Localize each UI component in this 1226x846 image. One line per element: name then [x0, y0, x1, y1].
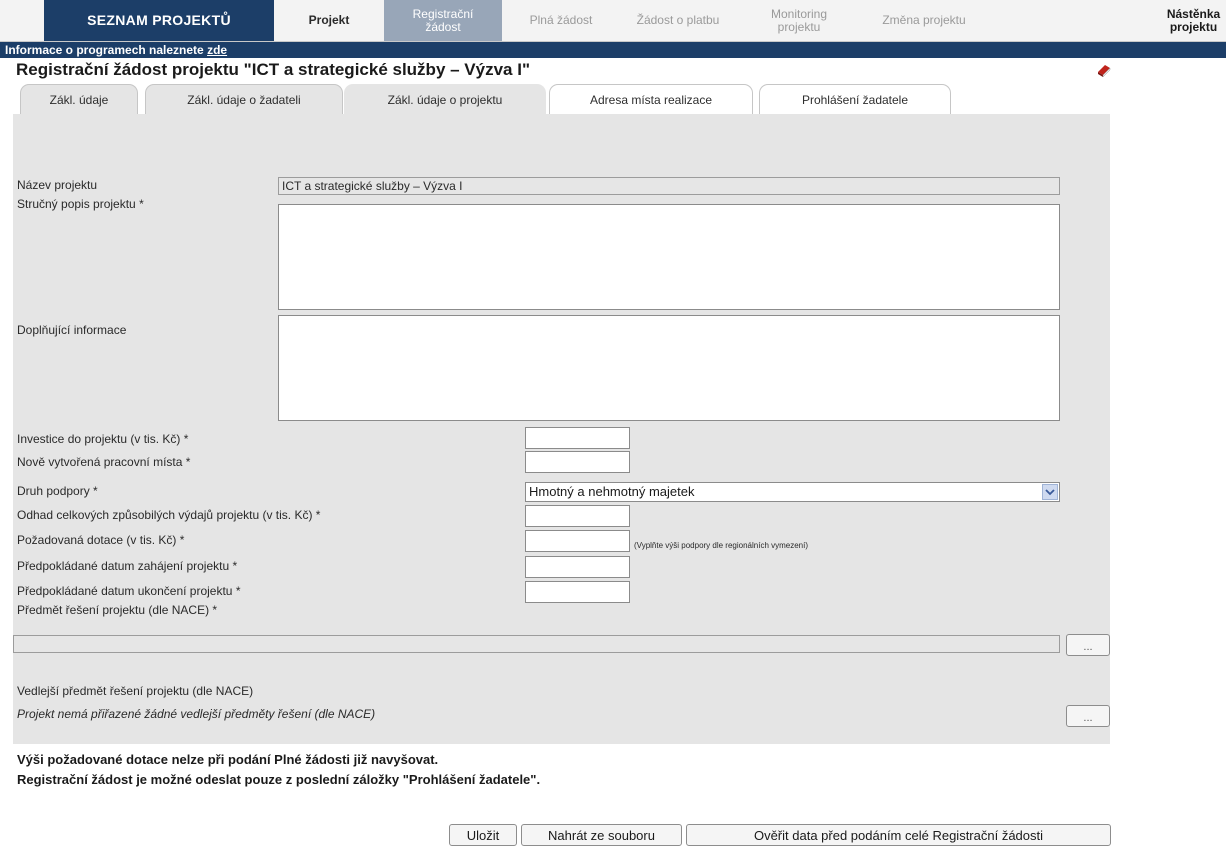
info-bar: Informace o programech naleznete zde	[0, 42, 1226, 58]
tab-applicant-declaration[interactable]: Prohlášení žadatele	[759, 84, 951, 114]
info-text: Informace o programech naleznete	[5, 43, 208, 57]
new-jobs-field[interactable]	[525, 451, 630, 473]
secondary-nace-label: Vedlejší předmět řešení projektu (dle NA…	[17, 684, 254, 698]
help-book-icon[interactable]	[1096, 63, 1112, 79]
tab-project-info[interactable]: Zákl. údaje o projektu	[344, 84, 546, 114]
nav-tab-full-application[interactable]: Plná žádost	[502, 0, 620, 41]
nav-tab-label: Plná žádost	[529, 13, 593, 27]
nace-subject-select-button[interactable]: ...	[1066, 634, 1110, 656]
investment-label: Investice do projektu (v tis. Kč) *	[17, 432, 189, 446]
tab-label: Zákl. údaje o žadateli	[187, 92, 301, 107]
nav-tab-project-change[interactable]: Změna projektu	[862, 0, 986, 41]
nav-tab-project[interactable]: Projekt	[274, 0, 384, 41]
nav-tab-label: SEZNAM PROJEKTŮ	[87, 12, 231, 28]
end-date-label: Předpokládané datum ukončení projektu *	[17, 584, 241, 598]
tab-label: Adresa místa realizace	[589, 92, 713, 107]
tab-applicant-info[interactable]: Zákl. údaje o žadateli	[145, 84, 343, 114]
nav-tab-label: Projekt	[308, 13, 350, 27]
start-date-field[interactable]	[525, 556, 630, 578]
short-description-label: Stručný popis projektu *	[17, 197, 144, 211]
support-type-select[interactable]: Hmotný a nehmotný majetek	[525, 482, 1060, 502]
tab-basic-info[interactable]: Zákl. údaje	[20, 84, 138, 114]
additional-info-label: Doplňující informace	[17, 323, 127, 337]
additional-info-field[interactable]	[278, 315, 1060, 421]
estimate-costs-field[interactable]	[525, 505, 630, 527]
secondary-nace-select-button[interactable]: ...	[1066, 705, 1110, 727]
nav-tab-label: Nástěnka projektu	[1166, 6, 1221, 34]
top-navigation: SEZNAM PROJEKTŮ Projekt Registrační žádo…	[0, 0, 1226, 42]
short-description-field[interactable]	[278, 204, 1060, 310]
nace-subject-label: Předmět řešení projektu (dle NACE) *	[17, 603, 218, 617]
info-link[interactable]: zde	[207, 43, 227, 57]
support-type-label: Druh podpory *	[17, 484, 98, 498]
requested-subsidy-field[interactable]	[525, 530, 630, 552]
nace-subject-field[interactable]	[13, 635, 1060, 653]
estimate-costs-label: Odhad celkových způsobilých výdajů proje…	[17, 508, 321, 522]
chevron-down-icon[interactable]	[1042, 484, 1058, 500]
tab-label: Zákl. údaje o projektu	[387, 92, 503, 107]
chevron-down-icon	[1045, 489, 1055, 496]
nav-tab-board[interactable]: Nástěnka projektu	[1156, 0, 1226, 41]
nav-tab-monitoring[interactable]: Monitoring projektu	[736, 0, 862, 41]
note-submit-location: Registrační žádost je možné odeslat pouz…	[17, 772, 541, 787]
page-title: Registrační žádost projektu "ICT a strat…	[16, 60, 531, 79]
nav-tab-label: Změna projektu	[882, 13, 966, 27]
nav-tab-label: Registrační žádost	[412, 6, 474, 34]
nav-tab-project-list[interactable]: SEZNAM PROJEKTŮ	[44, 0, 274, 41]
tab-label: Prohlášení žadatele	[801, 92, 909, 107]
subsidy-hint: (Vyplňte výši podpory dle regionálních v…	[634, 541, 809, 550]
end-date-field[interactable]	[525, 581, 630, 603]
project-name-field[interactable]	[278, 177, 1060, 195]
nav-tab-label: Monitoring projektu	[770, 6, 828, 34]
support-type-value: Hmotný a nehmotný majetek	[529, 484, 695, 499]
tab-location-address[interactable]: Adresa místa realizace	[549, 84, 753, 114]
requested-subsidy-label: Požadovaná dotace (v tis. Kč) *	[17, 533, 185, 547]
nav-tab-payment-request[interactable]: Žádost o platbu	[620, 0, 736, 41]
new-jobs-label: Nově vytvořená pracovní místa *	[17, 455, 191, 469]
nav-tab-registration[interactable]: Registrační žádost	[384, 0, 502, 41]
nav-tab-label: Žádost o platbu	[636, 13, 720, 27]
start-date-label: Předpokládané datum zahájení projektu *	[17, 559, 238, 573]
project-name-label: Název projektu	[17, 178, 98, 192]
secondary-nace-note: Projekt nemá přiřazené žádné vedlejší př…	[17, 707, 376, 721]
tab-label: Zákl. údaje	[49, 92, 109, 107]
note-subsidy-increase: Výši požadované dotace nelze při podání …	[17, 752, 439, 767]
investment-field[interactable]	[525, 427, 630, 449]
